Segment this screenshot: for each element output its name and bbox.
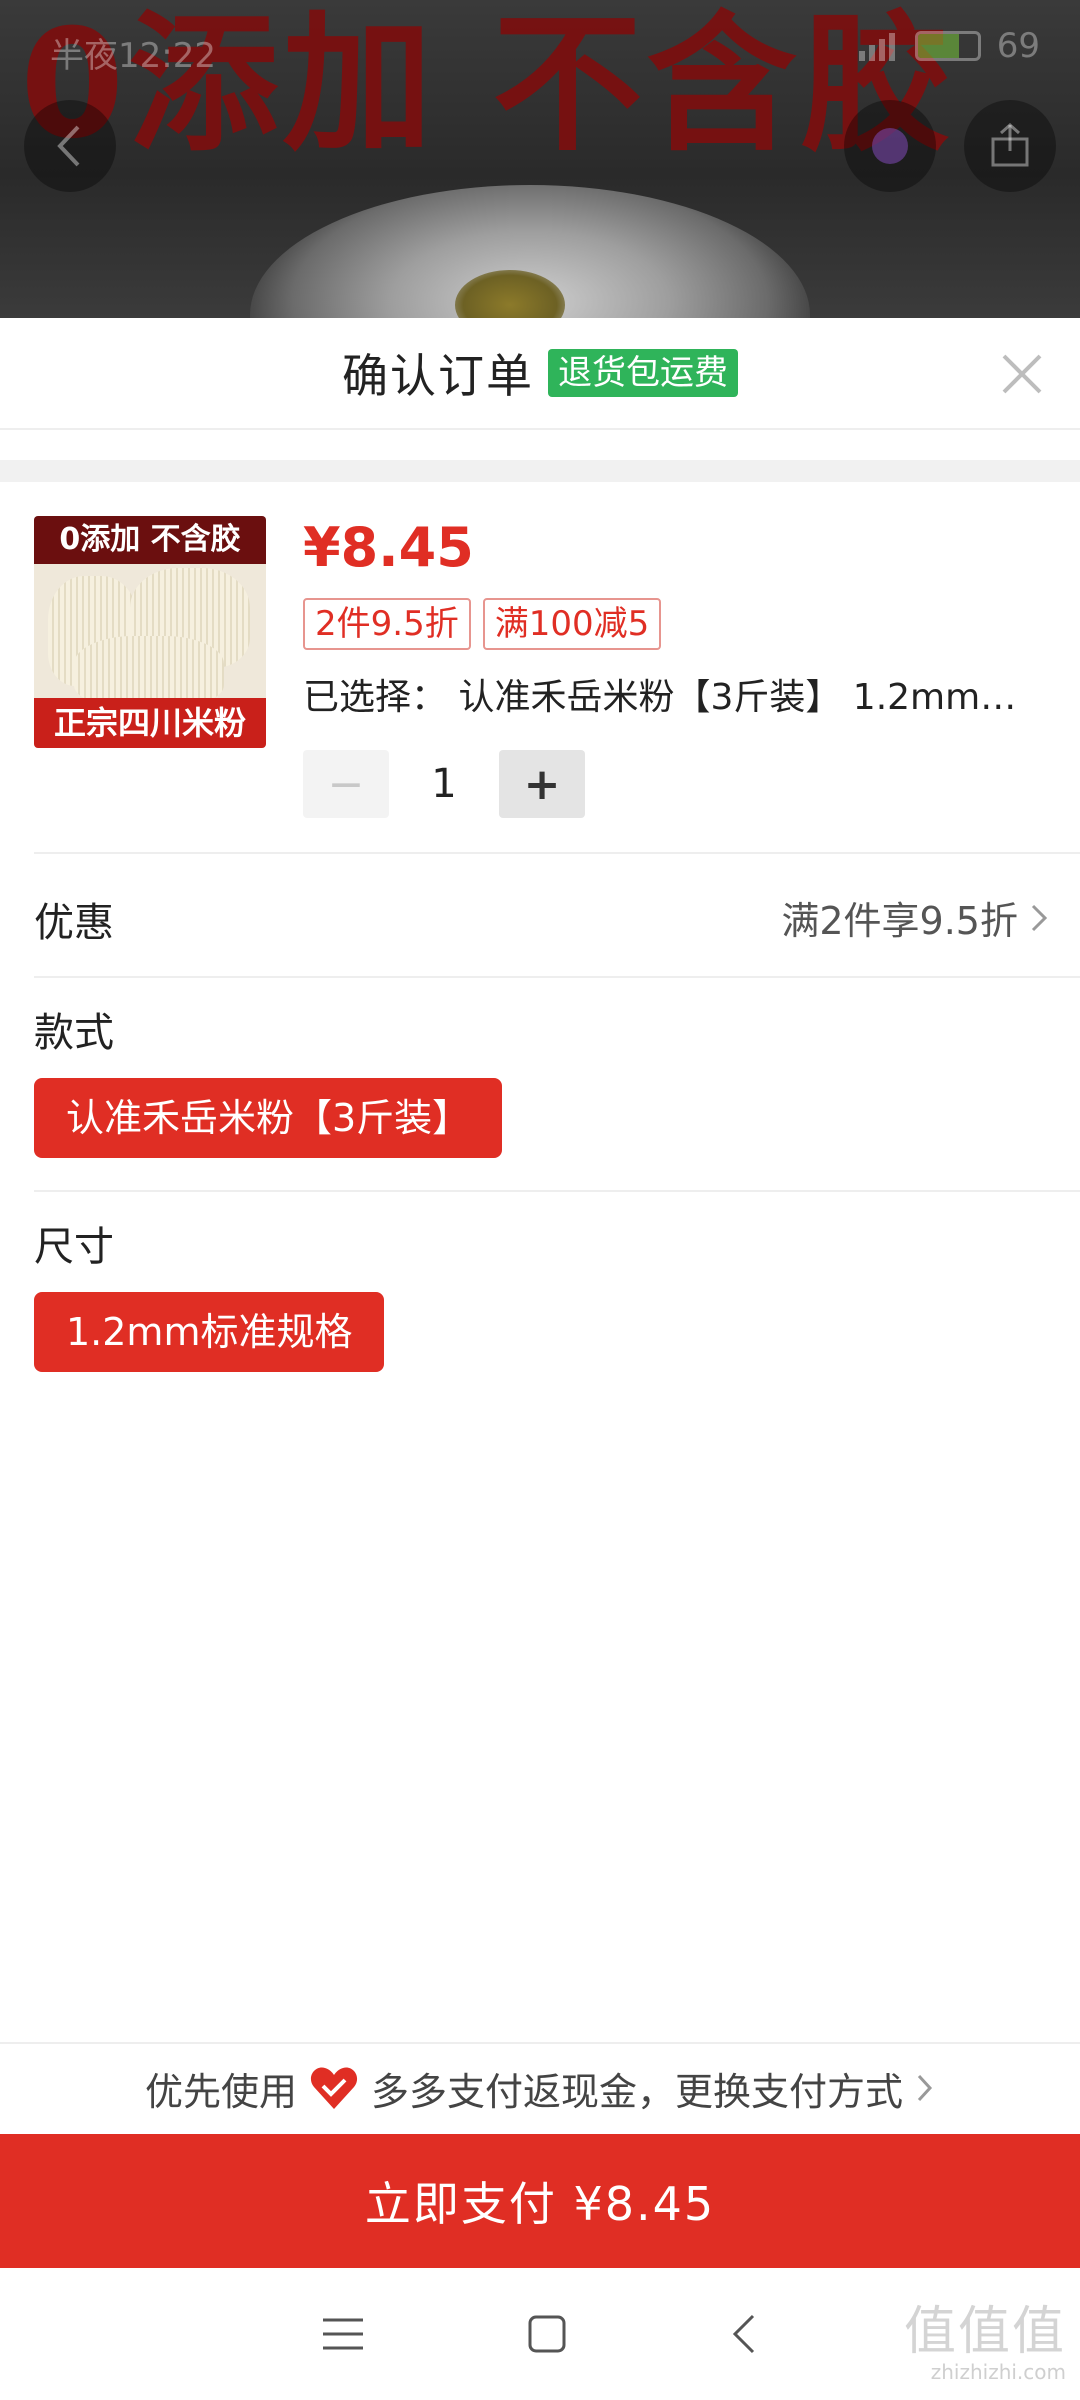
watermark-url: zhizhizhi.com [930,2360,1066,2384]
chevron-right-icon [917,2074,933,2102]
sheet-title: 确认订单 [342,349,534,403]
battery-percent: 69 [996,26,1040,66]
watermark-logo: 值值值 [903,2302,1066,2362]
status-time: 半夜12:22 [50,36,216,76]
return-shipping-badge: 退货包运费 [548,349,738,397]
background-product-image: 0添加 不含胶 半夜12:22 69 [0,0,1080,318]
product-summary: 0添加 不含胶 正宗四川米粉 ¥8.45 2件9.5折 满100减5 已选择： … [0,516,1080,852]
thumbnail-top-text: 0添加 不含胶 [34,516,266,564]
quantity-stepper: − 1 + [303,750,585,818]
back-icon [24,100,116,192]
battery-icon [914,31,981,61]
style-section-title: 款式 [34,1010,114,1056]
payment-hint-prefix: 优先使用 [144,2069,297,2114]
home-icon[interactable] [527,2314,567,2354]
close-icon [1002,354,1042,394]
product-price: ¥8.45 [303,516,474,579]
size-option-chip[interactable]: 1.2mm标准规格 [34,1292,385,1372]
sheet-header: 确认订单 退货包运费 [0,318,1080,430]
heart-check-icon [310,2067,358,2109]
discount-label: 优惠 [34,900,114,946]
back-nav-icon[interactable] [729,2312,759,2356]
order-confirm-sheet: 确认订单 退货包运费 0添加 不含胶 正宗四川米粉 ¥8.45 2件9.5折 满… [0,318,1080,2400]
thumbnail-bottom-text: 正宗四川米粉 [34,698,266,748]
section-gap [0,460,1080,482]
system-nav-bar: 值值值 zhizhizhi.com [0,2268,1080,2400]
promo-tag: 2件9.5折 [303,598,471,650]
increase-button[interactable]: + [499,750,585,818]
payment-method-row[interactable]: 优先使用 多多支付返现金，更换支付方式 [0,2042,1080,2132]
discount-value: 满2件享9.5折 [781,899,1018,943]
status-bar: 半夜12:22 69 [0,0,1080,100]
payment-hint-text: 多多支付返现金，更换支付方式 [371,2069,904,2114]
promo-tags: 2件9.5折 满100减5 [303,598,662,650]
watermark: 值值值 zhizhizhi.com [904,2304,1066,2384]
menu-icon[interactable] [321,2314,365,2354]
divider [34,1190,1080,1192]
promo-tag: 满100减5 [482,598,662,650]
noodle-bundle [74,636,224,706]
screen: 0添加 不含胶 半夜12:22 69 确认订单 退货包运费 0添加 不含胶 正宗… [0,0,1080,2400]
discount-row[interactable]: 优惠 满2件享9.5折 [0,852,1080,976]
quantity-value[interactable]: 1 [389,761,499,807]
status-icons: 69 [858,26,1040,66]
share-icon [964,100,1056,192]
decrease-button[interactable]: − [303,750,389,818]
chat-icon [844,100,936,192]
close-button[interactable] [994,346,1050,402]
style-option-chip[interactable]: 认准禾岳米粉【3斤装】 [34,1078,503,1158]
product-thumbnail[interactable]: 0添加 不含胶 正宗四川米粉 [34,516,266,748]
signal-icon [858,33,895,61]
divider [34,976,1080,978]
size-section-title: 尺寸 [34,1224,114,1270]
selected-variant-text: 已选择： 认准禾岳米粉【3斤装】 1.2mm标准规格 [303,677,1043,718]
pay-now-button[interactable]: 立即支付 ¥8.45 [0,2134,1080,2268]
chevron-right-icon [1031,904,1048,931]
discount-value-group: 满2件享9.5折 [781,890,1050,945]
